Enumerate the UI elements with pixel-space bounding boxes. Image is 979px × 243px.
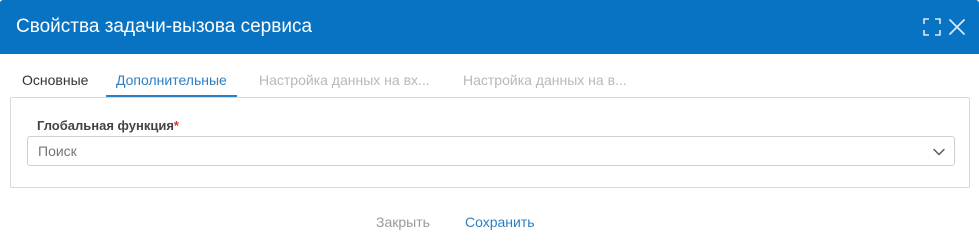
global-function-label-text: Глобальная функция xyxy=(37,118,174,133)
tab-input-data-settings[interactable]: Настройка данных на вх... xyxy=(259,64,430,96)
dialog-titlebar: Свойства задачи-вызова сервиса xyxy=(0,0,979,54)
tab-bar: Основные Дополнительные Настройка данных… xyxy=(10,64,970,98)
close-button[interactable]: Закрыть xyxy=(376,212,430,232)
global-function-select[interactable]: Поиск xyxy=(27,136,955,166)
tab-basic[interactable]: Основные xyxy=(22,64,88,96)
maximize-icon[interactable] xyxy=(923,18,941,36)
chevron-down-icon[interactable] xyxy=(932,145,946,159)
save-button[interactable]: Сохранить xyxy=(465,212,535,232)
required-mark: * xyxy=(173,118,179,133)
tab-output-data-settings[interactable]: Настройка данных на в... xyxy=(463,64,627,96)
global-function-label: Глобальная функция* xyxy=(37,118,179,133)
task-properties-dialog: Свойства задачи-вызова сервиса Основные … xyxy=(0,0,979,243)
global-function-placeholder: Поиск xyxy=(38,143,77,159)
close-icon[interactable] xyxy=(948,18,966,36)
tab-additional[interactable]: Дополнительные xyxy=(106,64,237,98)
dialog-title: Свойства задачи-вызова сервиса xyxy=(16,16,313,37)
tab-panel-additional: Глобальная функция* Поиск xyxy=(10,97,970,188)
